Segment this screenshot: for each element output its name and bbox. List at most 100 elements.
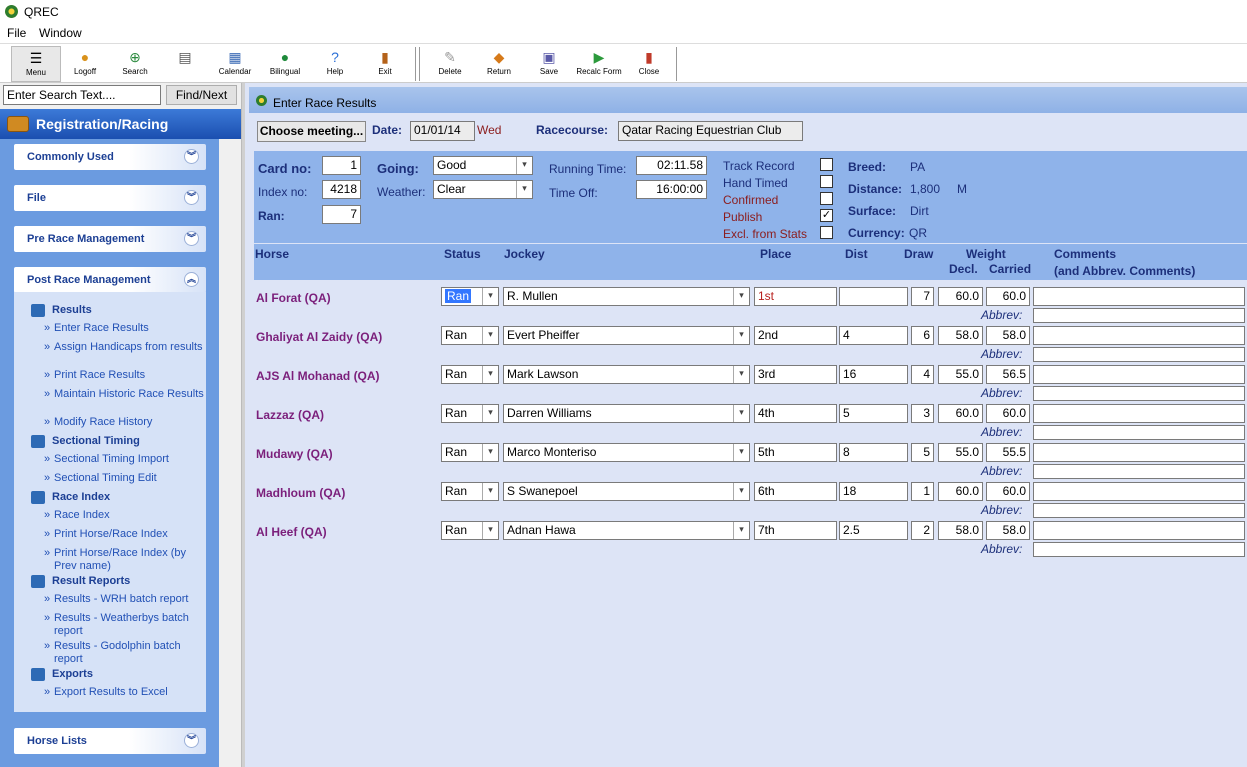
dist-field[interactable]: 8 [839, 443, 908, 462]
card-no-field[interactable]: 1 [322, 156, 361, 175]
weight-carried-field[interactable]: 58.0 [986, 521, 1030, 540]
hand-timed-checkbox[interactable] [820, 175, 833, 188]
comments-field[interactable] [1033, 521, 1245, 540]
link-sectional-edit[interactable]: » Sectional Timing Edit [44, 472, 204, 485]
save-button[interactable]: ▣ Save [524, 46, 574, 82]
link-race-index[interactable]: » Race Index [44, 509, 204, 522]
racecourse-field[interactable]: Qatar Racing Equestrian Club [618, 121, 803, 141]
choose-meeting-button[interactable]: Choose meeting... [257, 121, 366, 142]
confirmed-checkbox[interactable] [820, 192, 833, 205]
return-button[interactable]: ◆ Return [474, 46, 524, 82]
horse-name[interactable]: Madhloum (QA) [256, 486, 345, 500]
link-modify-race-history[interactable]: » Modify Race History [44, 416, 204, 429]
horse-name[interactable]: Al Heef (QA) [256, 525, 327, 539]
abbrev-comments-field[interactable] [1033, 308, 1245, 323]
draw-field[interactable]: 3 [911, 404, 934, 423]
index-no-field[interactable]: 4218 [322, 180, 361, 199]
link-print-race-results[interactable]: » Print Race Results [44, 369, 204, 382]
chevron-down-icon[interactable]: ▾ [733, 444, 749, 461]
chevron-down-icon[interactable]: ︾ [184, 149, 199, 164]
find-next-button[interactable]: Find/Next [166, 85, 237, 105]
group-pre-race[interactable]: Pre Race Management ︾ [14, 226, 206, 252]
link-print-hri-prev[interactable]: » Print Horse/Race Index (by Prev name) [44, 547, 204, 573]
horse-name[interactable]: Ghaliyat Al Zaidy (QA) [256, 330, 382, 344]
jockey-select[interactable]: Mark Lawson ▾ [503, 365, 750, 384]
link-weatherbys-batch[interactable]: » Results - Weatherbys batch report [44, 612, 204, 638]
weight-carried-field[interactable]: 60.0 [986, 287, 1030, 306]
weight-carried-field[interactable]: 60.0 [986, 404, 1030, 423]
chevron-up-icon[interactable]: ︽ [184, 272, 199, 287]
status-select[interactable]: Ran ▾ [441, 326, 499, 345]
abbrev-comments-field[interactable] [1033, 347, 1245, 362]
chevron-down-icon[interactable]: ▾ [482, 483, 498, 500]
jockey-select[interactable]: Marco Monteriso ▾ [503, 443, 750, 462]
status-select[interactable]: Ran ▾ [441, 287, 499, 306]
jockey-select[interactable]: S Swanepoel ▾ [503, 482, 750, 501]
search-input[interactable]: Enter Search Text.... [3, 85, 161, 105]
chevron-down-icon[interactable]: ▾ [733, 522, 749, 539]
weight-carried-field[interactable]: 58.0 [986, 326, 1030, 345]
excl-stats-checkbox[interactable] [820, 226, 833, 239]
search-button[interactable]: ⊕ Search [110, 46, 160, 82]
going-select[interactable]: Good ▾ [433, 156, 533, 175]
weight-declared-field[interactable]: 58.0 [938, 521, 983, 540]
link-enter-race-results[interactable]: » Enter Race Results [44, 322, 204, 335]
chevron-down-icon[interactable]: ︾ [184, 733, 199, 748]
ran-field[interactable]: 7 [322, 205, 361, 224]
chevron-down-icon[interactable]: ︾ [184, 231, 199, 246]
dist-field[interactable]: 18 [839, 482, 908, 501]
horse-name[interactable]: Mudawy (QA) [256, 447, 333, 461]
dist-field[interactable] [839, 287, 908, 306]
draw-field[interactable]: 5 [911, 443, 934, 462]
draw-field[interactable]: 2 [911, 521, 934, 540]
group-horse-lists[interactable]: Horse Lists ︾ [14, 728, 206, 754]
time-off-field[interactable]: 16:00:00 [636, 180, 707, 199]
dist-field[interactable]: 4 [839, 326, 908, 345]
group-post-race[interactable]: Post Race Management ︽ [14, 267, 206, 293]
link-print-horse-race-index[interactable]: » Print Horse/Race Index [44, 528, 204, 541]
abbrev-comments-field[interactable] [1033, 386, 1245, 401]
place-field[interactable]: 5th [754, 443, 837, 462]
chevron-down-icon[interactable]: ▾ [733, 366, 749, 383]
close-button[interactable]: ▮ Close [624, 46, 674, 82]
place-field[interactable]: 2nd [754, 326, 837, 345]
chevron-down-icon[interactable]: ▾ [482, 444, 498, 461]
place-field[interactable]: 1st [754, 287, 837, 306]
status-select[interactable]: Ran ▾ [441, 443, 499, 462]
track-record-checkbox[interactable] [820, 158, 833, 171]
place-field[interactable]: 6th [754, 482, 837, 501]
jockey-select[interactable]: Evert Pheiffer ▾ [503, 326, 750, 345]
delete-button[interactable]: ✎ Delete [425, 46, 475, 82]
group-file[interactable]: File ︾ [14, 185, 206, 211]
place-field[interactable]: 3rd [754, 365, 837, 384]
abbrev-comments-field[interactable] [1033, 542, 1245, 557]
chevron-down-icon[interactable]: ︾ [184, 190, 199, 205]
chevron-down-icon[interactable]: ▾ [733, 483, 749, 500]
running-time-field[interactable]: 02:11.58 [636, 156, 707, 175]
abbrev-comments-field[interactable] [1033, 464, 1245, 479]
place-field[interactable]: 7th [754, 521, 837, 540]
chevron-down-icon[interactable]: ▾ [733, 288, 749, 305]
weight-carried-field[interactable]: 56.5 [986, 365, 1030, 384]
status-select[interactable]: Ran ▾ [441, 482, 499, 501]
chevron-down-icon[interactable]: ▾ [482, 366, 498, 383]
link-export-excel[interactable]: » Export Results to Excel [44, 686, 204, 699]
comments-field[interactable] [1033, 365, 1245, 384]
link-sectional-import[interactable]: » Sectional Timing Import [44, 453, 204, 466]
draw-field[interactable]: 6 [911, 326, 934, 345]
chevron-down-icon[interactable]: ▾ [482, 522, 498, 539]
chevron-down-icon[interactable]: ▾ [482, 288, 498, 305]
publish-checkbox[interactable]: ✓ [820, 209, 833, 222]
menu-button[interactable]: ☰ Menu [11, 46, 61, 82]
chevron-down-icon[interactable]: ▾ [482, 405, 498, 422]
weight-declared-field[interactable]: 55.0 [938, 443, 983, 462]
horse-name[interactable]: AJS Al Mohanad (QA) [256, 369, 380, 383]
menu-window[interactable]: Window [39, 26, 82, 40]
jockey-select[interactable]: Adnan Hawa ▾ [503, 521, 750, 540]
nav-header[interactable]: Registration/Racing [0, 109, 241, 139]
link-maintain-historic[interactable]: » Maintain Historic Race Results [44, 388, 204, 401]
comments-field[interactable] [1033, 287, 1245, 306]
chevron-down-icon[interactable]: ▾ [482, 327, 498, 344]
dist-field[interactable]: 2.5 [839, 521, 908, 540]
link-godolphin-batch[interactable]: » Results - Godolphin batch report [44, 640, 204, 666]
